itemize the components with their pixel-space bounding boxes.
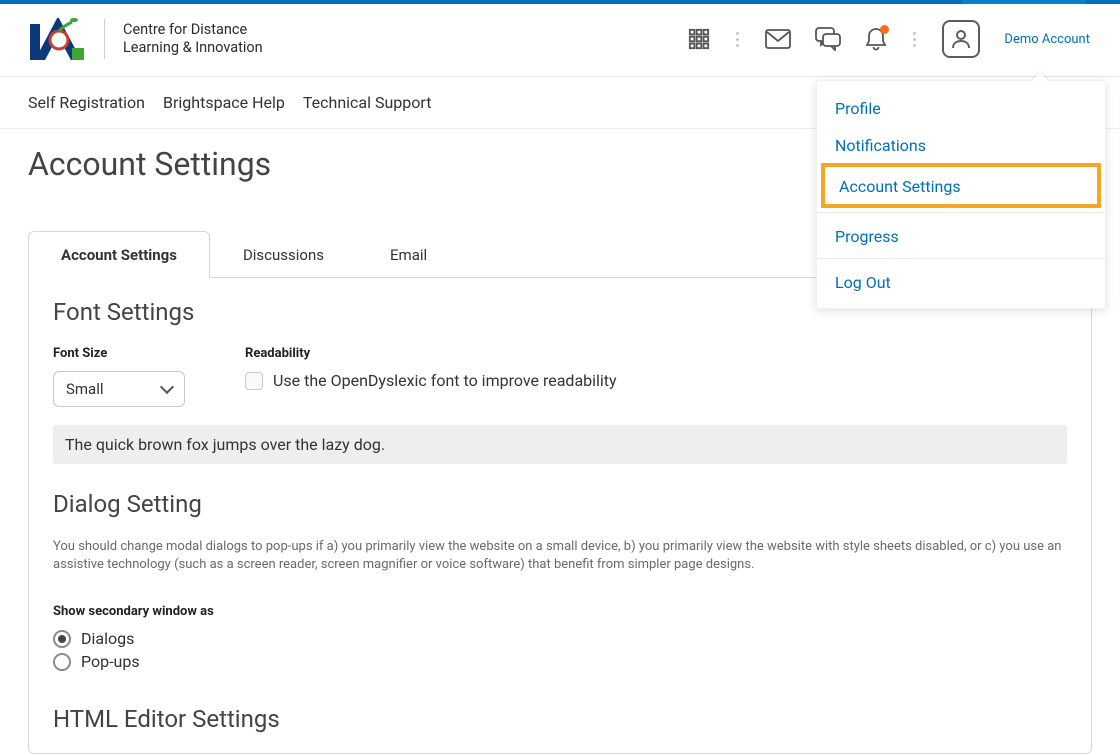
font-preview-strip: The quick brown fox jumps over the lazy … [53,425,1067,464]
separator-dots [911,32,918,47]
menu-progress[interactable]: Progress [817,217,1105,254]
menu-divider [817,212,1105,213]
radio-dialogs[interactable] [53,630,71,648]
separator-dots [734,32,741,47]
menu-account-settings[interactable]: Account Settings [821,163,1101,208]
account-name-link[interactable]: Demo Account [1004,32,1090,47]
brand-block: Centre for Distance Learning & Innovatio… [30,18,263,60]
dropdown-caret [1032,72,1048,81]
menu-log-out[interactable]: Log Out [817,263,1105,308]
notifications-bell-icon[interactable] [865,27,887,51]
main-header: Centre for Distance Learning & Innovatio… [0,4,1120,77]
readability-label: Readability [245,346,617,361]
brand-text: Centre for Distance Learning & Innovatio… [123,21,263,57]
nav-self-registration[interactable]: Self Registration [28,93,145,112]
font-size-value: Small [66,380,104,398]
secondary-window-label: Show secondary window as [53,604,1067,619]
menu-notifications[interactable]: Notifications [817,126,1105,163]
tab-discussions[interactable]: Discussions [210,231,357,278]
brand-logo[interactable] [30,18,86,60]
font-size-field: Font Size Small [53,346,185,407]
chevron-down-icon [160,380,174,394]
nav-technical-support[interactable]: Technical Support [303,93,432,112]
chat-icon[interactable] [815,27,841,51]
menu-profile[interactable]: Profile [817,89,1105,126]
menu-divider [817,258,1105,259]
readability-option-label: Use the OpenDyslexic font to improve rea… [273,371,617,390]
secondary-window-radio-group: Dialogs Pop-ups [53,629,1067,671]
settings-panel: Font Settings Font Size Small Readabilit… [28,277,1092,754]
notification-indicator [880,25,889,34]
readability-checkbox[interactable] [245,372,263,390]
readability-field: Readability Use the OpenDyslexic font to… [245,346,617,390]
mail-icon[interactable] [765,29,791,49]
radio-dialogs-label: Dialogs [81,629,134,648]
header-toolbar: Demo Account [688,20,1090,58]
nav-brightspace-help[interactable]: Brightspace Help [163,93,285,112]
dialog-setting-description: You should change modal dialogs to pop-u… [53,538,1067,574]
radio-popups[interactable] [53,653,71,671]
font-settings-row: Font Size Small Readability Use the Open… [53,346,1067,407]
font-size-select[interactable]: Small [53,371,185,407]
readability-checkbox-row: Use the OpenDyslexic font to improve rea… [245,371,617,390]
font-size-label: Font Size [53,346,185,361]
dialog-setting-heading: Dialog Setting [53,490,1067,518]
html-editor-heading: HTML Editor Settings [53,705,1067,733]
brand-line1: Centre for Distance [123,21,263,39]
brand-divider [104,19,105,59]
tab-account-settings[interactable]: Account Settings [28,231,210,278]
brand-line2: Learning & Innovation [123,39,263,57]
radio-row-dialogs: Dialogs [53,629,1067,648]
user-dropdown-menu: Profile Notifications Account Settings P… [816,80,1106,309]
radio-popups-label: Pop-ups [81,652,140,671]
apps-grid-icon[interactable] [688,28,710,50]
tab-email[interactable]: Email [357,231,460,278]
radio-row-popups: Pop-ups [53,652,1067,671]
avatar[interactable] [942,20,980,58]
